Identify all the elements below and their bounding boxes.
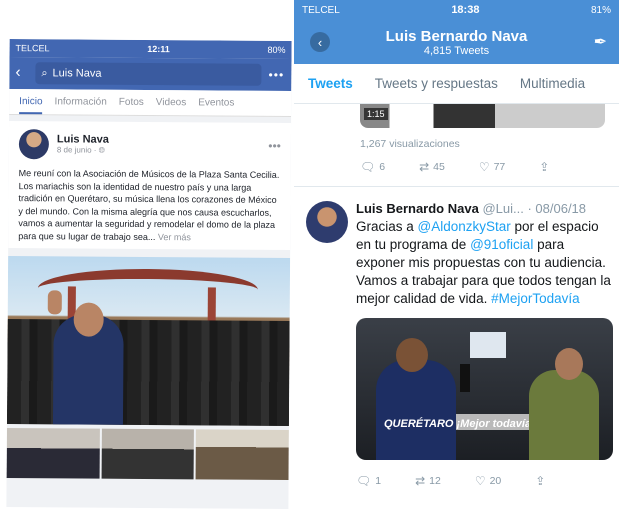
see-more-link[interactable]: Ver más	[158, 232, 191, 242]
profile-name: Luis Bernardo Nava	[385, 27, 528, 45]
tab-multimedia[interactable]: Multimedia	[520, 76, 585, 91]
carrier-label: TELCEL	[302, 4, 340, 16]
thumbnail-photo[interactable]	[195, 429, 289, 480]
globe-icon: 🌐︎	[98, 145, 106, 155]
tweet-display-name[interactable]: Luis Bernardo Nava	[356, 201, 479, 216]
post-header: Luis Nava 8 de junio · 🌐︎ •••	[18, 129, 281, 161]
thumbnail-photo[interactable]	[101, 428, 195, 480]
reply-button[interactable]: 🗨︎ 6	[360, 160, 385, 174]
retweet-button[interactable]: ⇄ 45	[419, 160, 445, 174]
facebook-navbar: ‹ ⌕ Luis Nava •••	[9, 57, 292, 91]
carrier-label: TELCEL	[15, 43, 50, 54]
status-bar: TELCEL 12:11 80%	[9, 39, 292, 59]
search-input[interactable]: ⌕ Luis Nava	[35, 62, 262, 86]
back-arrow-icon[interactable]: ‹	[15, 64, 29, 82]
tab-informacion[interactable]: Información	[55, 96, 107, 107]
post-photo[interactable]	[6, 256, 291, 426]
video-duration: 1:15	[364, 108, 388, 120]
status-bar: TELCEL 18:38 81%	[294, 0, 619, 20]
profile-header: ‹ Luis Bernardo Nava 4,815 Tweets ✒︎	[294, 20, 619, 64]
tweet-photo[interactable]: QUERÉTARO ¡Mejor todavía!	[356, 318, 613, 460]
share-icon: ⇪	[535, 474, 546, 488]
mention-link[interactable]: @AldonzkyStar	[418, 219, 511, 234]
person-head	[73, 302, 104, 337]
like-button[interactable]: ♡ 20	[475, 474, 501, 488]
retweet-button[interactable]: ⇄ 12	[415, 474, 441, 488]
post-date: 8 de junio · 🌐︎	[56, 145, 106, 155]
tweet-text: Gracias a @AldonzkyStar por el espacio e…	[356, 219, 611, 306]
retweet-icon: ⇄	[419, 160, 430, 174]
person-head	[396, 338, 428, 372]
clock: 12:11	[147, 43, 170, 55]
tweet-header: Luis Bernardo Nava @Lui... · 08/06/18	[356, 201, 613, 216]
post-author[interactable]: Luis Nava	[57, 133, 109, 145]
tab-tweets[interactable]: Tweets	[308, 76, 353, 91]
previous-tweet-video[interactable]: 1:15	[360, 104, 605, 128]
person-figure	[529, 370, 599, 460]
photo-thumbnails	[6, 428, 289, 480]
search-icon: ⌕	[41, 66, 48, 79]
share-icon: ⇪	[539, 160, 550, 174]
previous-tweet-actions: 🗨︎ 6 ⇄ 45 ♡ 77 ⇪	[360, 160, 619, 174]
battery-level: 80%	[267, 44, 286, 55]
more-options-icon[interactable]: •••	[267, 68, 285, 82]
post-text: Me reuní con la Asociación de Músicos de…	[18, 168, 280, 242]
mariachi-group	[6, 319, 290, 426]
tweet-actions: 🗨︎ 1 ⇄ 12 ♡ 20 ⇪	[356, 474, 619, 488]
tweet-count: 4,815 Tweets	[423, 44, 490, 57]
person-figure	[376, 360, 456, 460]
tweet-handle: @Lui...	[482, 201, 524, 216]
avatar[interactable]	[18, 129, 50, 160]
battery-level: 81%	[590, 4, 611, 16]
reply-icon: 🗨︎	[356, 474, 372, 488]
share-button[interactable]: ⇪	[539, 160, 549, 174]
video-views: 1,267 visualizaciones	[360, 138, 460, 150]
tab-tweets-replies[interactable]: Tweets y respuestas	[375, 76, 498, 91]
hashtag-link[interactable]: #MejorTodavía	[491, 291, 580, 306]
tab-inicio[interactable]: Inicio	[19, 89, 43, 114]
person-head	[555, 348, 583, 380]
tab-fotos[interactable]: Fotos	[119, 97, 144, 108]
thumbnail-photo[interactable]	[6, 428, 100, 479]
heart-icon: ♡	[478, 160, 490, 174]
tab-videos[interactable]: Videos	[156, 97, 186, 108]
tab-eventos[interactable]: Eventos	[198, 97, 234, 108]
profile-tabs: Tweets Tweets y respuestas Multimedia	[294, 64, 619, 104]
heart-icon: ♡	[474, 474, 486, 488]
tweet-date: · 08/06/18	[527, 201, 587, 216]
mention-link[interactable]: @91oficial	[470, 237, 533, 252]
avatar[interactable]	[306, 201, 348, 243]
like-button[interactable]: ♡ 77	[479, 160, 505, 174]
facebook-post: Luis Nava 8 de junio · 🌐︎ ••• Me reuní c…	[8, 121, 292, 250]
shirt-logo-text: QUERÉTARO ¡Mejor todavía!	[384, 418, 535, 430]
tweet[interactable]: Luis Bernardo Nava @Lui... · 08/06/18 Gr…	[294, 187, 619, 460]
clock: 18:38	[451, 4, 480, 16]
page-tabs: Inicio Información Fotos Videos Eventos	[9, 89, 292, 117]
studio-monitor	[470, 332, 506, 358]
reply-icon: 🗨︎	[360, 160, 376, 174]
post-menu-icon[interactable]: •••	[268, 139, 281, 153]
back-arrow-icon[interactable]: ‹	[310, 32, 330, 52]
reply-button[interactable]: 🗨︎ 1	[356, 474, 381, 488]
facebook-screen: TELCEL 12:11 80% ‹ ⌕ Luis Nava ••• Inici…	[6, 39, 292, 509]
search-query: Luis Nava	[52, 67, 102, 80]
retweet-icon: ⇄	[415, 474, 426, 488]
raised-hand	[47, 290, 62, 315]
compose-tweet-icon[interactable]: ✒︎	[594, 32, 607, 52]
twitter-screen: TELCEL 18:38 81% ‹ Luis Bernardo Nava 4,…	[294, 0, 619, 508]
microphone	[460, 364, 470, 392]
share-button[interactable]: ⇪	[535, 474, 545, 488]
